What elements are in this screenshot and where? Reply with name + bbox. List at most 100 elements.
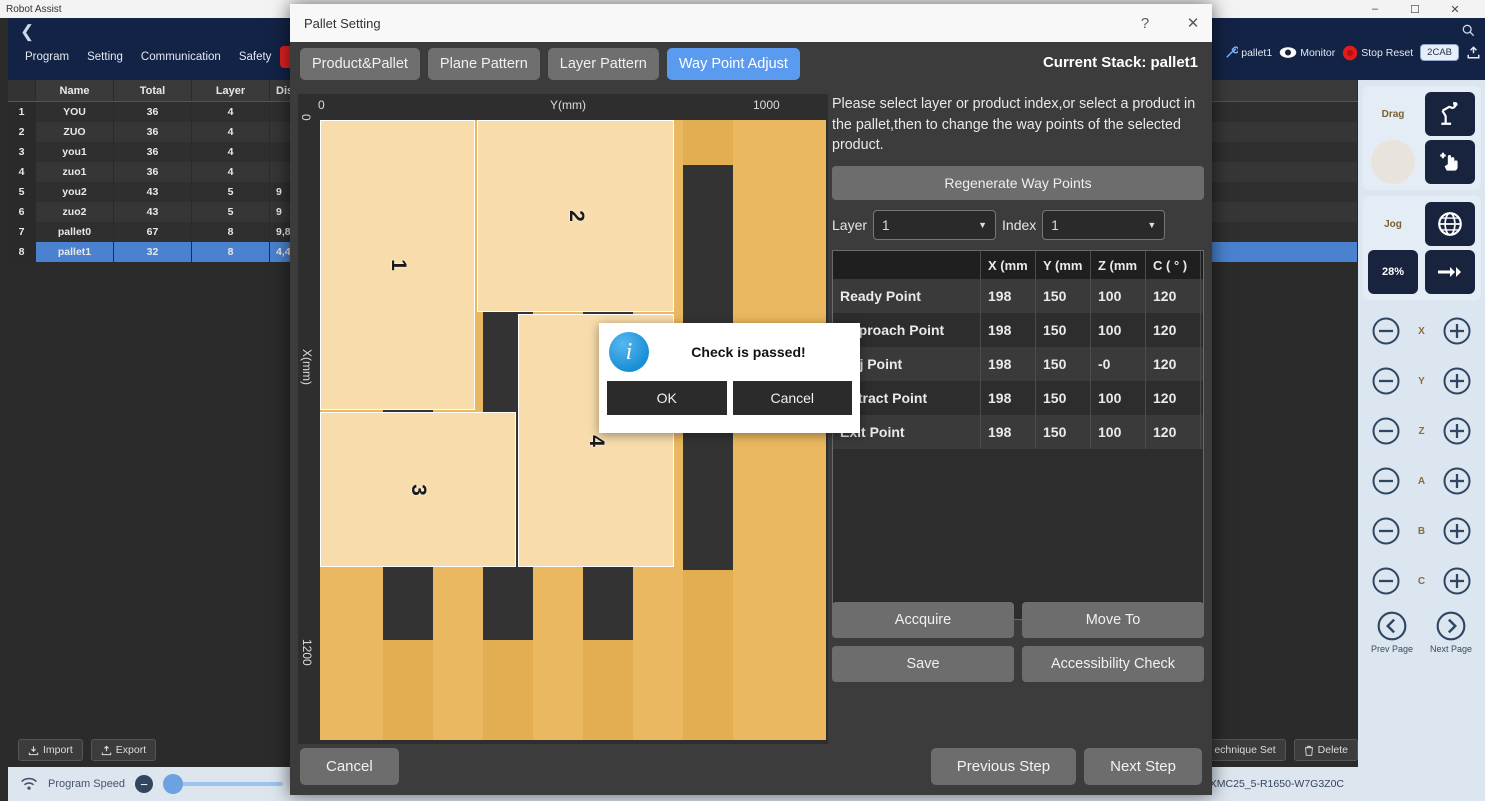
window-maximize-button[interactable]: ☐ <box>1395 0 1435 18</box>
jog-group: Jog 28% <box>1362 196 1481 300</box>
wpt-cell-c[interactable]: 120 <box>1146 279 1201 314</box>
cancel-button[interactable]: Cancel <box>300 748 399 785</box>
nav-tool-export[interactable] <box>1466 45 1481 60</box>
wpt-cell-name: Ready Point <box>833 279 981 314</box>
trash-icon <box>1304 745 1314 756</box>
prev-page-button[interactable]: Prev Page <box>1371 610 1413 654</box>
canvas-y-origin-label: 0 <box>318 98 325 112</box>
plus-circle-icon[interactable] <box>1442 566 1472 596</box>
acquire-button[interactable]: Accquire <box>832 602 1014 638</box>
wpt-cell-c[interactable]: 120 <box>1146 381 1201 416</box>
wpt-cell-y[interactable]: 150 <box>1036 279 1091 314</box>
program-speed-slider[interactable] <box>163 774 284 794</box>
window-close-button[interactable]: ✕ <box>1435 0 1475 18</box>
wpt-cell-c[interactable]: 120 <box>1146 313 1201 348</box>
jog-step-button[interactable] <box>1424 250 1476 294</box>
speed-minus-icon[interactable]: − <box>135 775 154 793</box>
nav-item-program[interactable]: Program <box>16 46 78 68</box>
plus-circle-icon[interactable] <box>1442 316 1472 346</box>
wpt-cell-y[interactable]: 150 <box>1036 347 1091 382</box>
move-to-button[interactable]: Move To <box>1022 602 1204 638</box>
slider-thumb[interactable] <box>163 774 184 794</box>
jog-coordinate-button[interactable] <box>1424 202 1476 246</box>
drag-robot-button[interactable] <box>1424 92 1476 136</box>
search-icon[interactable] <box>1462 24 1475 37</box>
messagebox-ok-button[interactable]: OK <box>607 381 727 415</box>
wpt-cell-x[interactable]: 198 <box>981 279 1036 314</box>
wpt-cell-x[interactable]: 198 <box>981 381 1036 416</box>
way-point-row[interactable]: Exit Point 198 150 100 120 <box>833 415 1203 450</box>
plus-circle-icon[interactable] <box>1442 516 1472 546</box>
close-icon[interactable]: ✕ <box>1182 14 1204 32</box>
chevron-left-circle-icon <box>1377 611 1407 641</box>
minus-circle-icon[interactable] <box>1371 566 1401 596</box>
delete-button[interactable]: Delete <box>1293 739 1358 761</box>
wpt-cell-z[interactable]: 100 <box>1091 313 1146 348</box>
help-button[interactable]: ? <box>1134 15 1156 32</box>
import-button[interactable]: Import <box>18 739 83 761</box>
wpt-cell-z[interactable]: 100 <box>1091 279 1146 314</box>
stop-icon <box>1342 45 1358 61</box>
wpt-cell-x[interactable]: 198 <box>981 313 1036 348</box>
way-point-row[interactable]: Ready Point 198 150 100 120 <box>833 279 1203 314</box>
wpt-cell-c[interactable]: 120 <box>1146 347 1201 382</box>
cell-layer: 8 <box>192 222 270 242</box>
tab-way-point-adjust[interactable]: Way Point Adjust <box>666 48 800 80</box>
layer-select[interactable]: 1 ▼ <box>873 210 997 241</box>
next-step-button[interactable]: Next Step <box>1084 748 1202 785</box>
minus-circle-icon[interactable] <box>1371 416 1401 446</box>
wpt-cell-x[interactable]: 198 <box>981 347 1036 382</box>
tab-plane-pattern[interactable]: Plane Pattern <box>427 48 540 80</box>
regenerate-way-points-button[interactable]: Regenerate Way Points <box>832 166 1204 201</box>
export-label: Export <box>115 744 147 756</box>
messagebox-content: i Check is passed! <box>599 323 860 381</box>
nav-item-safety[interactable]: Safety <box>230 46 281 68</box>
technique-set-button[interactable]: echnique Set <box>1204 739 1286 761</box>
wpt-cell-z[interactable]: -0 <box>1091 347 1146 382</box>
nav-tool-stop-reset[interactable]: Stop Reset <box>1342 45 1413 61</box>
way-point-row[interactable]: Obj Point 198 150 -0 120 <box>833 347 1203 382</box>
plus-circle-icon[interactable] <box>1442 416 1472 446</box>
minus-circle-icon[interactable] <box>1371 316 1401 346</box>
minus-circle-icon[interactable] <box>1371 366 1401 396</box>
tab-product-pallet[interactable]: Product&Pallet <box>300 48 420 80</box>
check-result-messagebox: i Check is passed! OK Cancel <box>599 323 860 433</box>
export-button[interactable]: Export <box>90 739 157 761</box>
drag-circle-indicator[interactable] <box>1367 140 1419 184</box>
jog-speed-button[interactable]: 28% <box>1367 250 1419 294</box>
window-minimize-button[interactable]: – <box>1355 0 1395 18</box>
robot-model-indicator: XMC25_5-R1650-W7G3Z0C <box>1191 777 1344 792</box>
drag-teach-button[interactable] <box>1424 140 1476 184</box>
plus-circle-icon[interactable] <box>1442 366 1472 396</box>
way-point-row[interactable]: Approach Point 198 150 100 120 <box>833 313 1203 348</box>
plus-circle-icon[interactable] <box>1442 466 1472 496</box>
wpt-cell-y[interactable]: 150 <box>1036 415 1091 450</box>
nav-chip-2cab[interactable]: 2CAB <box>1420 44 1459 61</box>
nav-item-communication[interactable]: Communication <box>132 46 230 68</box>
wpt-cell-y[interactable]: 150 <box>1036 313 1091 348</box>
next-page-button[interactable]: Next Page <box>1430 610 1472 654</box>
wpt-cell-x[interactable]: 198 <box>981 415 1036 450</box>
save-button[interactable]: Save <box>832 646 1014 682</box>
messagebox-cancel-button[interactable]: Cancel <box>732 381 852 415</box>
wpt-cell-z[interactable]: 100 <box>1091 415 1146 450</box>
pallet-box-2[interactable]: 2 <box>477 120 674 312</box>
previous-step-button[interactable]: Previous Step <box>930 748 1077 785</box>
pallet-box-1[interactable]: 1 <box>320 120 475 410</box>
accessibility-check-button[interactable]: Accessibility Check <box>1022 646 1204 682</box>
tab-layer-pattern[interactable]: Layer Pattern <box>547 48 659 80</box>
index-select[interactable]: 1 ▼ <box>1042 210 1166 241</box>
minus-circle-icon[interactable] <box>1371 466 1401 496</box>
minus-circle-icon[interactable] <box>1371 516 1401 546</box>
back-chevron-icon[interactable]: ❮ <box>20 22 34 42</box>
nav-tool-monitor[interactable]: Monitor <box>1279 46 1335 59</box>
way-point-table: X (mm Y (mm Z (mm C ( ° ) Ready Point 19… <box>832 250 1204 621</box>
wpt-cell-z[interactable]: 100 <box>1091 381 1146 416</box>
pallet-box-3[interactable]: 3 <box>320 412 516 567</box>
wpt-cell-c[interactable]: 120 <box>1146 415 1201 450</box>
nav-item-setting[interactable]: Setting <box>78 46 132 68</box>
wpt-cell-y[interactable]: 150 <box>1036 381 1091 416</box>
nav-tool-pallet1[interactable]: pallet1 <box>1224 45 1272 60</box>
way-point-row[interactable]: Retract Point 198 150 100 120 <box>833 381 1203 416</box>
cell-layer: 5 <box>192 202 270 222</box>
